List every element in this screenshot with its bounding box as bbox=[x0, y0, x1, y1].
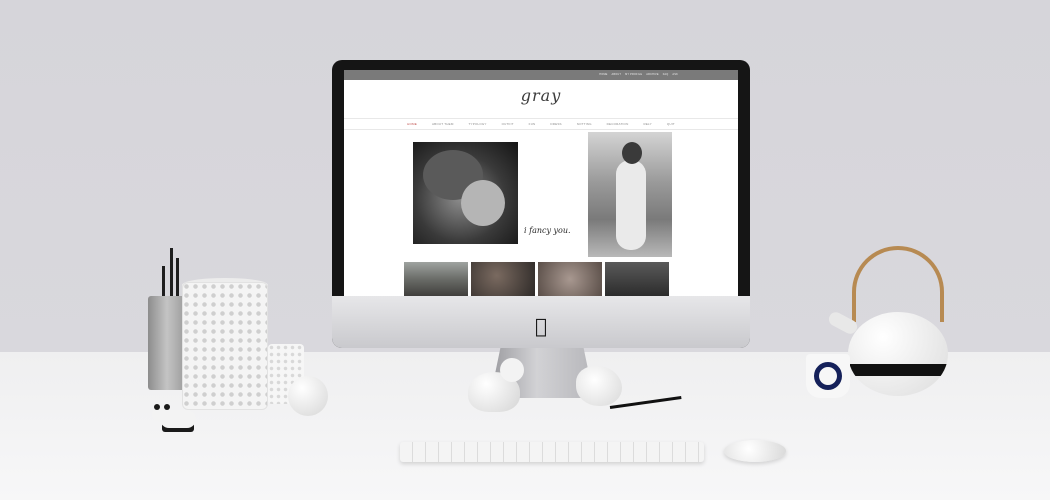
screen: HOME ABOUT MY PROFILE ARCHIVE FAQ ASK gr… bbox=[344, 70, 738, 296]
panda-ear bbox=[154, 404, 160, 410]
pencil bbox=[170, 248, 173, 296]
nav-item[interactable]: TYPOLOGY bbox=[469, 122, 487, 126]
teapot-body bbox=[848, 312, 948, 396]
nav-item[interactable]: ABOUT THEM bbox=[432, 122, 454, 126]
nav-item[interactable]: NOTTING bbox=[577, 122, 592, 126]
apple-logo-icon:  bbox=[530, 315, 552, 337]
bird-head bbox=[500, 358, 524, 382]
mouse[interactable] bbox=[724, 440, 786, 462]
nav-item-home[interactable]: HOME bbox=[407, 122, 417, 126]
pencil bbox=[162, 266, 165, 296]
featured-photo-kiss[interactable] bbox=[413, 142, 518, 244]
thumbnail-photo[interactable] bbox=[538, 262, 602, 296]
bird-figurine bbox=[468, 358, 532, 412]
utility-link[interactable]: FAQ bbox=[663, 73, 669, 76]
utility-links: HOME ABOUT MY PROFILE ARCHIVE FAQ ASK bbox=[599, 73, 678, 76]
photo-figure bbox=[622, 142, 642, 164]
photo-figure bbox=[616, 160, 646, 250]
panda-ear bbox=[164, 404, 170, 410]
nav-item[interactable]: DECORATION bbox=[607, 122, 629, 126]
pencil bbox=[176, 258, 179, 296]
nav-item[interactable]: QUIT bbox=[667, 122, 675, 126]
tagline: i fancy you. bbox=[524, 226, 571, 235]
thumbnail-photo[interactable] bbox=[404, 262, 468, 296]
decor-ball bbox=[288, 376, 328, 416]
main-nav: HOME ABOUT THEM TYPOLOGY OUTFIT FUN DRES… bbox=[344, 118, 738, 130]
crumpled-paper bbox=[576, 366, 622, 406]
nav-item[interactable]: FUN bbox=[529, 122, 536, 126]
thumbnail-photo[interactable] bbox=[471, 262, 535, 296]
pencil-cup bbox=[148, 248, 186, 390]
site-logo[interactable]: gray bbox=[344, 86, 738, 105]
utility-link[interactable]: ARCHIVE bbox=[646, 73, 659, 76]
featured-photo-beach[interactable] bbox=[588, 132, 672, 257]
nav-item[interactable]: DRESS bbox=[550, 122, 561, 126]
photo-figure bbox=[461, 180, 505, 226]
nav-item[interactable]: OUTFIT bbox=[502, 122, 514, 126]
thumbnail-photo[interactable] bbox=[605, 262, 669, 296]
cup-flower-pattern bbox=[814, 362, 842, 390]
panda-figurine bbox=[152, 402, 200, 434]
nav-item[interactable]: RELY bbox=[643, 122, 651, 126]
thumbnail-row bbox=[404, 262, 669, 296]
utility-link[interactable]: MY PROFILE bbox=[625, 73, 642, 76]
top-utility-bar: HOME ABOUT MY PROFILE ARCHIVE FAQ ASK bbox=[344, 70, 738, 80]
utility-link[interactable]: ABOUT bbox=[612, 73, 622, 76]
tea-cup bbox=[806, 354, 850, 398]
perforated-lantern bbox=[182, 282, 268, 410]
utility-link[interactable]: ASK bbox=[672, 73, 678, 76]
teapot-band bbox=[848, 364, 948, 376]
keyboard[interactable] bbox=[400, 442, 704, 462]
utility-link[interactable]: HOME bbox=[599, 73, 607, 76]
